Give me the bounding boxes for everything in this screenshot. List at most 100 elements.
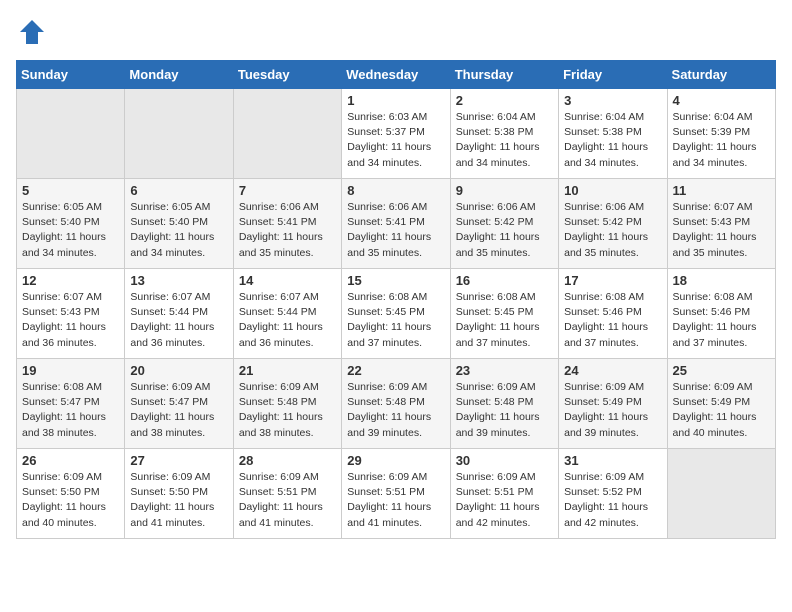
day-info: Sunrise: 6:07 AMSunset: 5:43 PMDaylight:…	[22, 290, 119, 351]
day-cell: 2 Sunrise: 6:04 AMSunset: 5:38 PMDaylight…	[450, 89, 558, 179]
day-cell	[667, 449, 775, 539]
day-number: 4	[673, 93, 770, 108]
day-number: 1	[347, 93, 444, 108]
day-number: 20	[130, 363, 227, 378]
day-info: Sunrise: 6:09 AMSunset: 5:48 PMDaylight:…	[456, 380, 553, 441]
day-cell: 30 Sunrise: 6:09 AMSunset: 5:51 PMDayligh…	[450, 449, 558, 539]
day-info: Sunrise: 6:05 AMSunset: 5:40 PMDaylight:…	[22, 200, 119, 261]
day-cell: 21 Sunrise: 6:09 AMSunset: 5:48 PMDayligh…	[233, 359, 341, 449]
day-number: 12	[22, 273, 119, 288]
day-info: Sunrise: 6:09 AMSunset: 5:52 PMDaylight:…	[564, 470, 661, 531]
day-number: 18	[673, 273, 770, 288]
day-number: 9	[456, 183, 553, 198]
day-cell: 11 Sunrise: 6:07 AMSunset: 5:43 PMDayligh…	[667, 179, 775, 269]
day-cell: 8 Sunrise: 6:06 AMSunset: 5:41 PMDaylight…	[342, 179, 450, 269]
day-number: 17	[564, 273, 661, 288]
day-cell: 4Sunrise: 6:04 AMSunset: 5:39 PMDaylight…	[667, 89, 775, 179]
header-cell-saturday: Saturday	[667, 61, 775, 89]
day-info: Sunrise: 6:09 AMSunset: 5:51 PMDaylight:…	[239, 470, 336, 531]
day-number: 7	[239, 183, 336, 198]
day-info: Sunrise: 6:04 AMSunset: 5:38 PMDaylight:…	[456, 110, 553, 171]
day-info: Sunrise: 6:08 AMSunset: 5:45 PMDaylight:…	[347, 290, 444, 351]
day-number: 13	[130, 273, 227, 288]
week-row-2: 5 Sunrise: 6:05 AMSunset: 5:40 PMDaylight…	[17, 179, 776, 269]
day-info: Sunrise: 6:04 AMSunset: 5:38 PMDaylight:…	[564, 110, 661, 171]
week-row-3: 12 Sunrise: 6:07 AMSunset: 5:43 PMDayligh…	[17, 269, 776, 359]
day-cell: 18 Sunrise: 6:08 AMSunset: 5:46 PMDayligh…	[667, 269, 775, 359]
day-cell: 29 Sunrise: 6:09 AMSunset: 5:51 PMDayligh…	[342, 449, 450, 539]
calendar-header: SundayMondayTuesdayWednesdayThursdayFrid…	[17, 61, 776, 89]
calendar-body: 1 Sunrise: 6:03 AMSunset: 5:37 PMDaylight…	[17, 89, 776, 539]
header-cell-friday: Friday	[559, 61, 667, 89]
logo	[16, 16, 54, 48]
day-info: Sunrise: 6:09 AMSunset: 5:49 PMDaylight:…	[673, 380, 770, 441]
day-info: Sunrise: 6:08 AMSunset: 5:46 PMDaylight:…	[564, 290, 661, 351]
calendar-table: SundayMondayTuesdayWednesdayThursdayFrid…	[16, 60, 776, 539]
day-info: Sunrise: 6:09 AMSunset: 5:47 PMDaylight:…	[130, 380, 227, 441]
logo-icon	[16, 16, 48, 48]
day-info: Sunrise: 6:08 AMSunset: 5:45 PMDaylight:…	[456, 290, 553, 351]
day-number: 26	[22, 453, 119, 468]
day-number: 29	[347, 453, 444, 468]
day-number: 31	[564, 453, 661, 468]
day-cell	[17, 89, 125, 179]
day-cell: 1 Sunrise: 6:03 AMSunset: 5:37 PMDaylight…	[342, 89, 450, 179]
day-cell: 16 Sunrise: 6:08 AMSunset: 5:45 PMDayligh…	[450, 269, 558, 359]
day-info: Sunrise: 6:05 AMSunset: 5:40 PMDaylight:…	[130, 200, 227, 261]
week-row-1: 1 Sunrise: 6:03 AMSunset: 5:37 PMDaylight…	[17, 89, 776, 179]
day-number: 23	[456, 363, 553, 378]
header-cell-wednesday: Wednesday	[342, 61, 450, 89]
week-row-5: 26 Sunrise: 6:09 AMSunset: 5:50 PMDayligh…	[17, 449, 776, 539]
day-number: 24	[564, 363, 661, 378]
day-info: Sunrise: 6:06 AMSunset: 5:41 PMDaylight:…	[239, 200, 336, 261]
day-number: 3	[564, 93, 661, 108]
day-cell	[233, 89, 341, 179]
day-number: 5	[22, 183, 119, 198]
day-number: 14	[239, 273, 336, 288]
day-info: Sunrise: 6:09 AMSunset: 5:49 PMDaylight:…	[564, 380, 661, 441]
day-info: Sunrise: 6:03 AMSunset: 5:37 PMDaylight:…	[347, 110, 444, 171]
day-cell: 17 Sunrise: 6:08 AMSunset: 5:46 PMDayligh…	[559, 269, 667, 359]
day-cell: 31 Sunrise: 6:09 AMSunset: 5:52 PMDayligh…	[559, 449, 667, 539]
day-info: Sunrise: 6:09 AMSunset: 5:50 PMDaylight:…	[22, 470, 119, 531]
day-number: 11	[673, 183, 770, 198]
day-number: 6	[130, 183, 227, 198]
day-cell: 14 Sunrise: 6:07 AMSunset: 5:44 PMDayligh…	[233, 269, 341, 359]
day-number: 8	[347, 183, 444, 198]
day-number: 25	[673, 363, 770, 378]
day-info: Sunrise: 6:07 AMSunset: 5:44 PMDaylight:…	[239, 290, 336, 351]
header-cell-monday: Monday	[125, 61, 233, 89]
day-info: Sunrise: 6:08 AMSunset: 5:46 PMDaylight:…	[673, 290, 770, 351]
day-info: Sunrise: 6:06 AMSunset: 5:42 PMDaylight:…	[564, 200, 661, 261]
page-header	[16, 16, 776, 48]
day-number: 19	[22, 363, 119, 378]
day-number: 2	[456, 93, 553, 108]
day-number: 21	[239, 363, 336, 378]
day-info: Sunrise: 6:06 AMSunset: 5:41 PMDaylight:…	[347, 200, 444, 261]
day-cell: 12 Sunrise: 6:07 AMSunset: 5:43 PMDayligh…	[17, 269, 125, 359]
day-info: Sunrise: 6:07 AMSunset: 5:43 PMDaylight:…	[673, 200, 770, 261]
day-cell: 20 Sunrise: 6:09 AMSunset: 5:47 PMDayligh…	[125, 359, 233, 449]
day-cell	[125, 89, 233, 179]
day-number: 22	[347, 363, 444, 378]
day-cell: 9Sunrise: 6:06 AMSunset: 5:42 PMDaylight…	[450, 179, 558, 269]
day-info: Sunrise: 6:09 AMSunset: 5:51 PMDaylight:…	[456, 470, 553, 531]
header-cell-thursday: Thursday	[450, 61, 558, 89]
day-number: 16	[456, 273, 553, 288]
day-info: Sunrise: 6:09 AMSunset: 5:51 PMDaylight:…	[347, 470, 444, 531]
day-cell: 3 Sunrise: 6:04 AMSunset: 5:38 PMDaylight…	[559, 89, 667, 179]
day-cell: 28 Sunrise: 6:09 AMSunset: 5:51 PMDayligh…	[233, 449, 341, 539]
day-cell: 22Sunrise: 6:09 AMSunset: 5:48 PMDayligh…	[342, 359, 450, 449]
day-number: 15	[347, 273, 444, 288]
header-cell-sunday: Sunday	[17, 61, 125, 89]
header-cell-tuesday: Tuesday	[233, 61, 341, 89]
day-cell: 15 Sunrise: 6:08 AMSunset: 5:45 PMDayligh…	[342, 269, 450, 359]
day-cell: 13Sunrise: 6:07 AMSunset: 5:44 PMDayligh…	[125, 269, 233, 359]
day-number: 30	[456, 453, 553, 468]
day-number: 28	[239, 453, 336, 468]
day-cell: 27Sunrise: 6:09 AMSunset: 5:50 PMDayligh…	[125, 449, 233, 539]
day-info: Sunrise: 6:09 AMSunset: 5:48 PMDaylight:…	[239, 380, 336, 441]
day-cell: 26 Sunrise: 6:09 AMSunset: 5:50 PMDayligh…	[17, 449, 125, 539]
day-info: Sunrise: 6:09 AMSunset: 5:50 PMDaylight:…	[130, 470, 227, 531]
day-cell: 24 Sunrise: 6:09 AMSunset: 5:49 PMDayligh…	[559, 359, 667, 449]
